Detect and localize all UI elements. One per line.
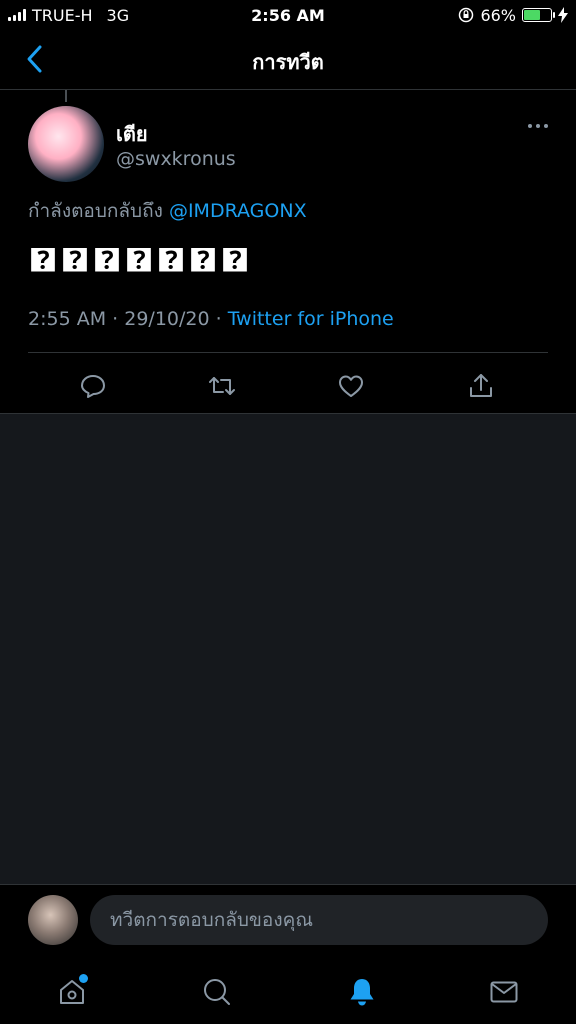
reply-composer: ทวีตการตอบกลับของคุณ (0, 884, 576, 960)
meta-separator: · (209, 308, 228, 330)
replying-to: กำลังตอบกลับถึง @IMDRAGONX (28, 196, 307, 226)
mail-icon (490, 981, 518, 1003)
search-icon (204, 979, 230, 1005)
more-horizontal-icon (528, 124, 532, 128)
reply-mention-link[interactable]: @IMDRAGONX (169, 200, 307, 222)
author-avatar[interactable] (28, 106, 104, 182)
reply-button[interactable] (73, 366, 113, 406)
home-badge-dot (79, 974, 88, 983)
clock: 2:56 AM (251, 6, 325, 25)
replies-area (0, 414, 576, 884)
reply-prefix: กำลังตอบกลับถึง (28, 200, 163, 222)
tweet-date: 29/10/20 (124, 308, 210, 330)
page-title: การทวีต (252, 50, 324, 74)
tab-search[interactable] (195, 970, 239, 1014)
tweet-actions (0, 366, 576, 406)
tweet-source-link[interactable]: Twitter for iPhone (228, 308, 394, 330)
my-avatar[interactable] (28, 895, 78, 945)
status-bar: TRUE-H 3G 2:56 AM 66% (0, 0, 576, 30)
tweet-text: 🯄🯄🯄🯄🯄🯄🯄 (28, 243, 252, 278)
tweet-detail: เตีย @swxkronus กำลังตอบกลับถึง @IMDRAGO… (0, 90, 576, 414)
bottom-tab-bar (0, 960, 576, 1024)
retweet-icon (209, 377, 235, 395)
bell-icon (350, 979, 374, 1006)
comment-icon (81, 375, 105, 398)
nav-bar: การทวีต (0, 30, 576, 90)
author-handle[interactable]: @swxkronus (116, 148, 236, 170)
share-icon (470, 374, 492, 397)
tweet-time: 2:55 AM (28, 308, 107, 330)
battery-level (524, 10, 540, 20)
reply-input[interactable]: ทวีตการตอบกลับของคุณ (90, 895, 548, 945)
tab-messages[interactable] (482, 970, 526, 1014)
divider (28, 352, 548, 353)
more-options-button[interactable] (528, 124, 548, 128)
meta-separator: · (106, 308, 125, 330)
battery-icon (522, 8, 555, 22)
tab-home[interactable] (50, 970, 94, 1014)
like-button[interactable] (331, 366, 371, 406)
retweet-button[interactable] (202, 366, 242, 406)
tab-notifications[interactable] (340, 970, 384, 1014)
author-name[interactable]: เตีย (116, 118, 148, 150)
heart-icon (339, 375, 363, 397)
tweet-meta: 2:55 AM · 29/10/20 · Twitter for iPhone (28, 308, 394, 330)
share-button[interactable] (461, 366, 501, 406)
thread-line (65, 90, 67, 102)
